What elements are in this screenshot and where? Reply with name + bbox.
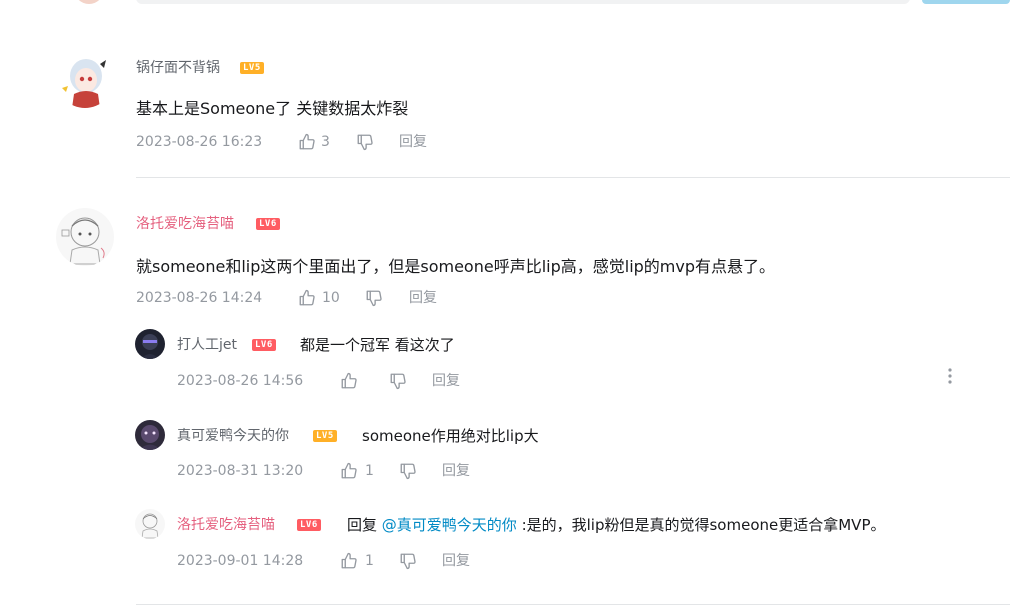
reply-content: 都是一个冠军 看这次了 xyxy=(300,336,455,354)
thumbs-down-icon[interactable] xyxy=(389,372,407,390)
comment-time: 2023-08-26 16:23 xyxy=(136,134,263,150)
reply-button[interactable]: 回复 xyxy=(399,133,427,151)
thumbs-down-icon[interactable] xyxy=(356,133,374,151)
current-user-avatar xyxy=(74,0,104,4)
reply-box-strip xyxy=(0,0,1019,8)
like-count: 1 xyxy=(365,553,374,569)
level-badge: LV5 xyxy=(313,430,337,442)
reply-button[interactable]: 回复 xyxy=(432,372,460,390)
post-comment-button[interactable] xyxy=(922,0,1010,4)
more-vertical-icon[interactable] xyxy=(942,366,958,386)
reply-prefix: 回复 xyxy=(347,516,378,534)
reply-username[interactable]: 打人工jet xyxy=(177,336,237,354)
comment-username[interactable]: 锅仔面不背锅 xyxy=(136,59,220,77)
comment-divider xyxy=(136,604,1010,605)
mention-link[interactable]: @真可爱鸭今天的你 xyxy=(382,516,517,534)
like-count: 3 xyxy=(321,134,330,150)
reply-time: 2023-08-26 14:56 xyxy=(177,373,304,389)
thumbs-up-icon[interactable] xyxy=(298,289,316,307)
like-count: 10 xyxy=(322,290,340,306)
comment-content: 基本上是Someone了 关键数据太炸裂 xyxy=(136,99,409,118)
reply-button[interactable]: 回复 xyxy=(442,462,470,480)
level-badge: LV6 xyxy=(256,218,280,230)
thumbs-up-icon[interactable] xyxy=(340,462,358,480)
thumbs-up-icon[interactable] xyxy=(340,552,358,570)
reply-time: 2023-09-01 14:28 xyxy=(177,553,304,569)
avatar[interactable] xyxy=(135,509,165,539)
reply-username[interactable]: 洛托爱吃海苔喵 xyxy=(177,516,275,534)
reply-content: :是的，我lip粉但是真的觉得someone更适合拿MVP。 xyxy=(516,516,886,534)
reply-button[interactable]: 回复 xyxy=(442,552,470,570)
reply-time: 2023-08-31 13:20 xyxy=(177,463,304,479)
thumbs-up-icon[interactable] xyxy=(298,133,316,151)
comment-input[interactable] xyxy=(136,0,910,4)
comment-time: 2023-08-26 14:24 xyxy=(136,290,263,306)
reply-content-line: 回复 @真可爱鸭今天的你 :是的，我lip粉但是真的觉得someone更适合拿M… xyxy=(347,514,886,536)
like-count: 1 xyxy=(365,463,374,479)
comment-divider xyxy=(136,177,1010,178)
comment-username[interactable]: 洛托爱吃海苔喵 xyxy=(136,215,234,233)
level-badge: LV5 xyxy=(240,62,264,74)
thumbs-down-icon[interactable] xyxy=(365,289,383,307)
reply-content: someone作用绝对比lip大 xyxy=(362,427,539,445)
thumbs-up-icon[interactable] xyxy=(340,372,358,390)
avatar[interactable] xyxy=(135,329,165,359)
avatar[interactable] xyxy=(56,50,114,108)
comment-content: 就someone和lip这两个里面出了，但是someone呼声比lip高，感觉l… xyxy=(136,257,776,276)
thumbs-down-icon[interactable] xyxy=(399,552,417,570)
avatar[interactable] xyxy=(56,208,114,266)
avatar[interactable] xyxy=(135,420,165,450)
reply-username[interactable]: 真可爱鸭今天的你 xyxy=(177,427,289,445)
level-badge: LV6 xyxy=(252,339,276,351)
reply-button[interactable]: 回复 xyxy=(409,289,437,307)
thumbs-down-icon[interactable] xyxy=(399,462,417,480)
level-badge: LV6 xyxy=(297,519,321,531)
